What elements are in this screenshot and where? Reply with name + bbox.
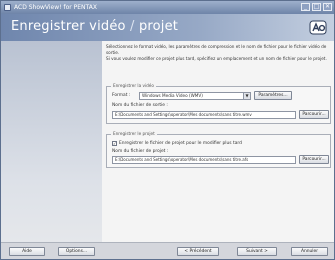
maximize-button[interactable]: □	[312, 3, 321, 11]
wizard-header: Enregistrer vidéo / projet	[1, 14, 334, 41]
app-window: ACD ShowView! for PENTAX _ □ ✕ Enregistr…	[0, 0, 335, 260]
browse-output-button[interactable]: Parcourir...	[299, 110, 329, 119]
help-button[interactable]: Aide	[9, 247, 45, 256]
title-bar: ACD ShowView! for PENTAX _ □ ✕	[1, 1, 334, 14]
wizard-content: Sélectionnez le format vidéo, les paramè…	[102, 41, 334, 242]
page-title-main: Enregistrer vidéo	[11, 19, 126, 34]
page-title-sub: projet	[138, 19, 179, 34]
format-select-value: Windows Media Video (WMV)	[142, 93, 203, 98]
save-video-group-title: Enregistrer la vidéo	[111, 83, 156, 88]
page-title: Enregistrer vidéo / projet	[11, 19, 178, 34]
project-file-field[interactable]: E:\Documents and Settings\operator\Mes d…	[112, 156, 296, 164]
save-project-checkbox-label: Enregistrer le fichier de projet pour le…	[119, 141, 242, 146]
page-title-separator: /	[125, 19, 139, 34]
options-button[interactable]: Options...	[58, 247, 95, 256]
format-select[interactable]: Windows Media Video (WMV) ▼	[139, 92, 251, 100]
wizard-sidebar	[1, 41, 102, 242]
save-project-checkbox[interactable]: ✓	[112, 141, 117, 146]
chevron-down-icon[interactable]: ▼	[243, 93, 250, 99]
previous-button[interactable]: < Précédent	[177, 247, 219, 256]
next-button[interactable]: Suivant >	[237, 247, 277, 256]
window-title: ACD ShowView! for PENTAX	[14, 4, 97, 11]
save-project-group: Enregistrer le projet ✓ Enregistrer le f…	[106, 131, 331, 168]
minimize-button[interactable]: _	[301, 3, 310, 11]
close-button[interactable]: ✕	[323, 3, 332, 11]
output-file-field[interactable]: E:\Documents and Settings\operator\Mes d…	[112, 111, 296, 119]
intro-line-1: Sélectionnez le format vidéo, les paramè…	[106, 44, 327, 55]
project-file-label: Nom du fichier de projet :	[112, 149, 169, 154]
settings-button[interactable]: Paramètres...	[254, 91, 292, 100]
acd-logo-icon	[309, 20, 327, 35]
intro-line-2: Si vous voulez modifier ce projet plus t…	[106, 56, 327, 62]
output-file-label: Nom du fichier de sortie :	[112, 103, 168, 108]
save-video-group: Enregistrer la vidéo Format : Windows Me…	[106, 83, 331, 124]
browse-project-button[interactable]: Parcourir...	[299, 155, 329, 164]
intro-text: Sélectionnez le format vidéo, les paramè…	[106, 44, 332, 62]
app-icon	[4, 4, 11, 11]
save-project-group-title: Enregistrer le projet	[111, 131, 157, 136]
cancel-button[interactable]: Annuler	[291, 247, 328, 256]
wizard-footer: Aide Options... < Précédent Suivant > An…	[1, 242, 334, 259]
format-label: Format :	[112, 93, 131, 98]
